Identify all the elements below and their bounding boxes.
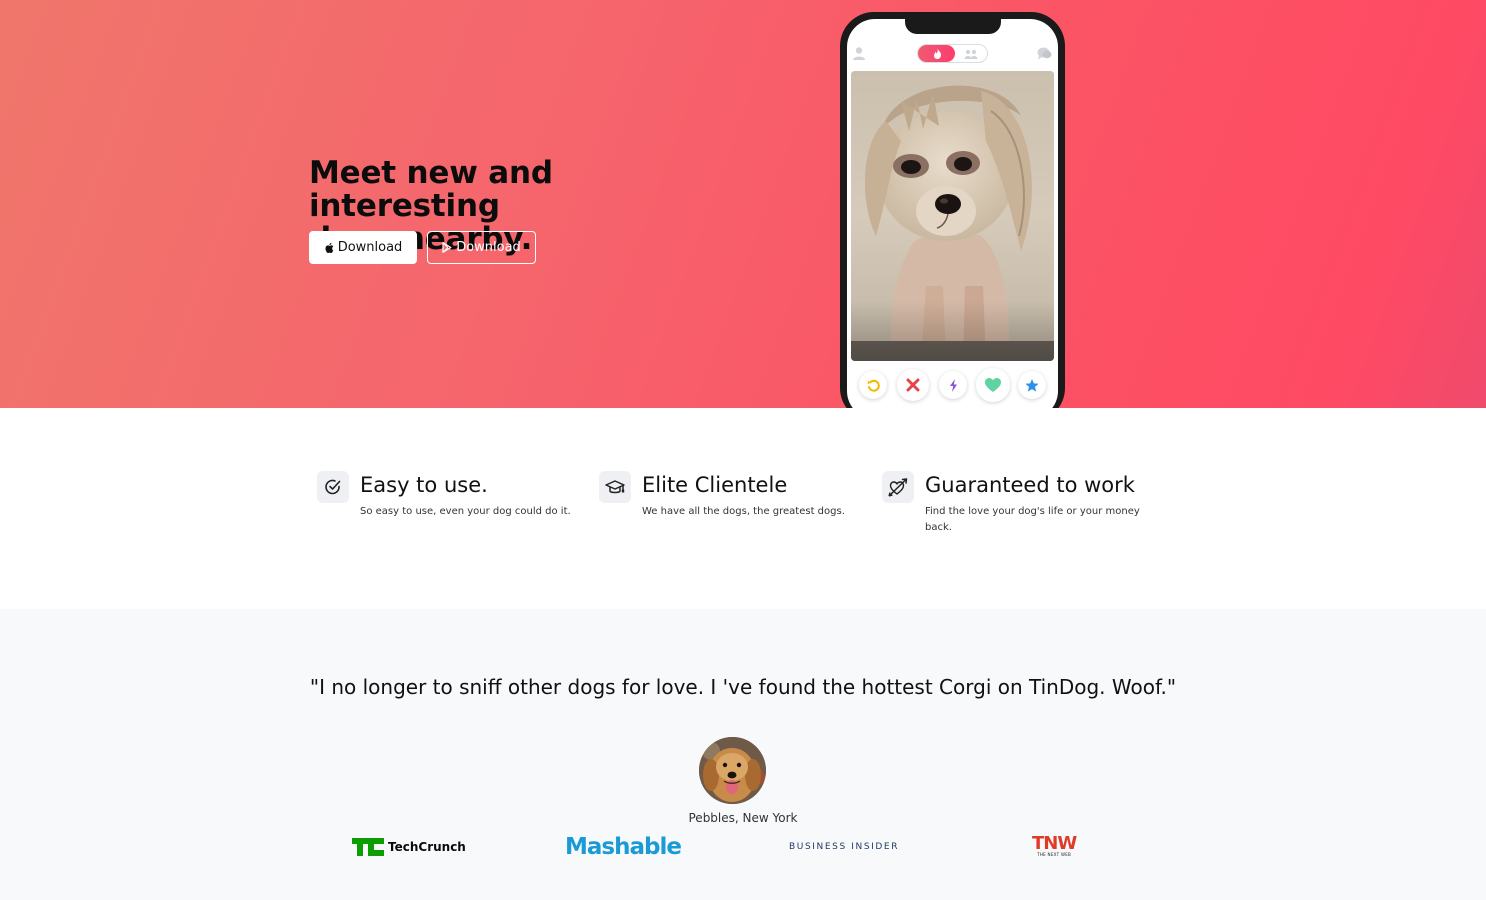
techcrunch-mark-icon	[352, 838, 384, 856]
play-download-label: Download	[456, 240, 521, 255]
like-button[interactable]	[976, 368, 1010, 402]
chat-icon[interactable]	[1037, 47, 1052, 60]
boost-icon	[949, 378, 957, 392]
swipe-actions	[847, 368, 1058, 408]
google-play-icon	[442, 242, 452, 253]
superlike-icon	[1025, 378, 1039, 392]
boost-button[interactable]	[939, 371, 967, 399]
dog-photo[interactable]	[851, 71, 1054, 361]
feature-description: So easy to use, even your dog could do i…	[360, 506, 571, 517]
apple-download-button[interactable]: Download	[309, 231, 417, 264]
nope-icon	[906, 378, 920, 392]
golden-retriever-image	[699, 737, 766, 804]
rewind-icon	[867, 379, 880, 392]
avatar	[699, 737, 766, 804]
testimonial-quote: "I no longer to sniff other dogs for lov…	[309, 675, 1177, 699]
feature-title: Easy to use.	[360, 473, 488, 497]
like-icon	[985, 378, 1001, 392]
hero-title-line1: Meet new and interesting	[309, 155, 553, 224]
superlike-button[interactable]	[1018, 371, 1046, 399]
phone-mockup	[840, 12, 1065, 408]
techcrunch-text: TechCrunch	[388, 840, 466, 854]
rewind-button[interactable]	[859, 371, 887, 399]
testimonial-section: "I no longer to sniff other dogs for lov…	[0, 609, 1486, 900]
tnw-subtext: THE NEXT WEB	[1037, 852, 1072, 857]
play-download-button[interactable]: Download	[427, 231, 536, 264]
check-circle-icon	[317, 471, 349, 503]
apple-download-label: Download	[337, 240, 403, 255]
flame-icon	[933, 48, 942, 59]
mashable-logo: Mashable	[565, 834, 682, 860]
photo-shade	[851, 301, 1054, 361]
feature-title: Elite Clientele	[642, 473, 788, 497]
feature-title: Guaranteed to work	[925, 473, 1135, 497]
graduation-cap-icon	[599, 471, 631, 503]
nope-button[interactable]	[897, 369, 929, 401]
phone-screen	[847, 19, 1058, 408]
hero-section: Meet new and interesting dogs nearby. Do…	[0, 0, 1486, 408]
business-insider-logo: BUSINESS INSIDER	[789, 842, 900, 852]
mode-toggle[interactable]	[917, 44, 988, 63]
user-icon[interactable]	[852, 46, 866, 60]
people-icon	[964, 50, 978, 59]
apple-icon	[325, 242, 333, 253]
phone-notch	[905, 19, 1001, 34]
tnw-logo: TNW THE NEXT WEB	[1032, 831, 1077, 863]
heart-arrow-icon	[882, 471, 914, 503]
feature-description: We have all the dogs, the greatest dogs.	[642, 506, 845, 517]
techcrunch-logo: TechCrunch	[352, 831, 466, 863]
feature-description: Find the love your dog's life or your mo…	[925, 506, 1140, 533]
tnw-text: TNW	[1032, 833, 1077, 854]
testimonial-author: Pebbles, New York	[688, 811, 798, 825]
